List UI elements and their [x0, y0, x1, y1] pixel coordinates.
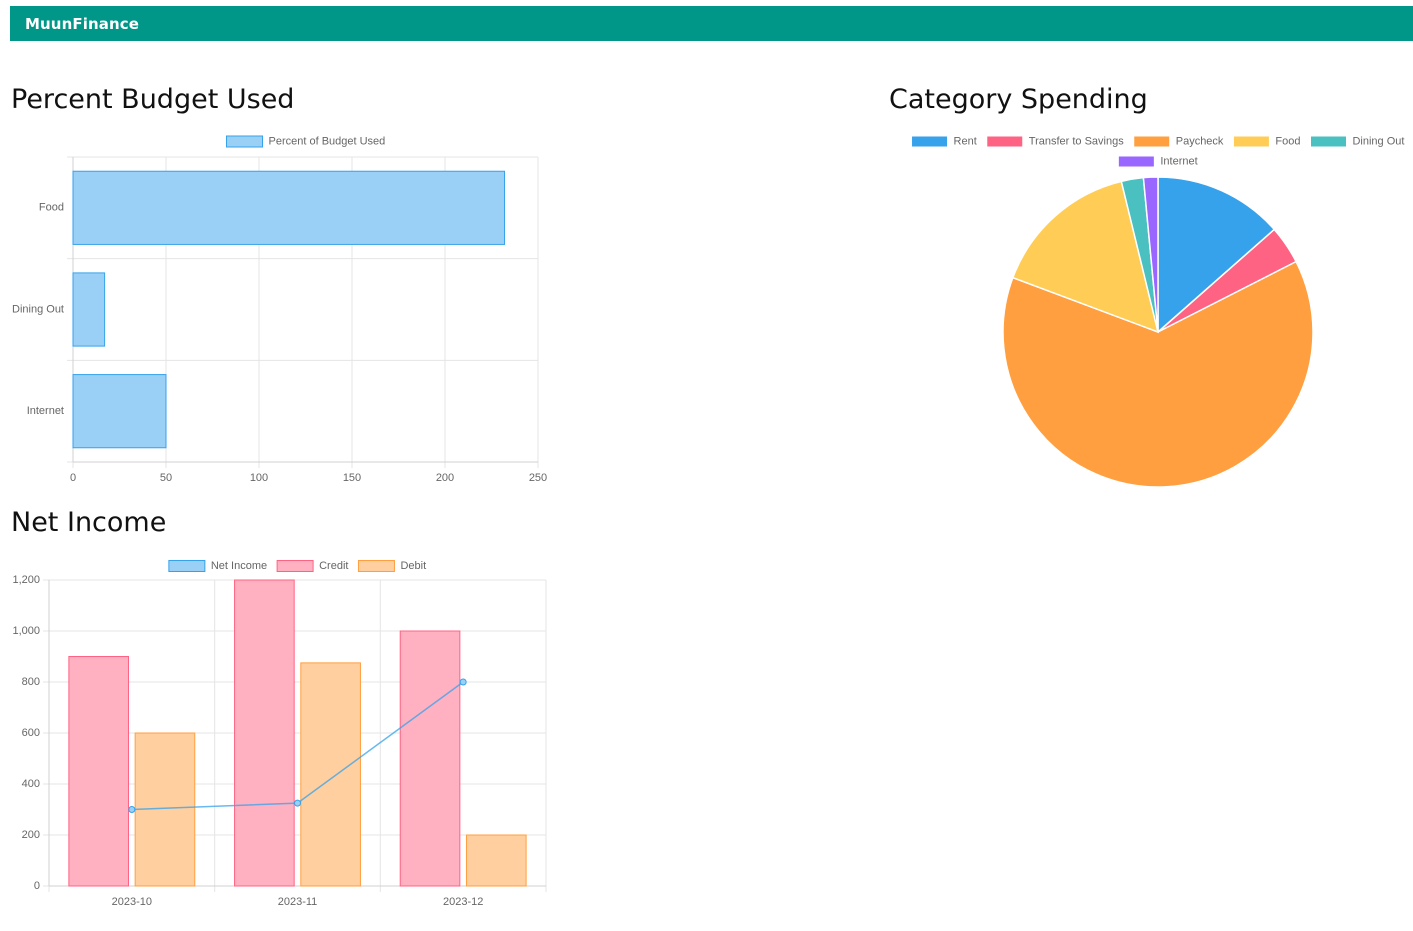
legend-label: Dining Out — [1352, 135, 1404, 147]
y-tick-label: 1,200 — [12, 574, 40, 586]
y-tick-label: Dining Out — [12, 303, 64, 315]
x-tick-label: 200 — [436, 472, 454, 484]
budget-chart: Percent of Budget Used 0 50 100 150 200 250 Foo… — [12, 135, 547, 484]
x-tick-label: 50 — [160, 472, 172, 484]
legend-swatch — [357, 560, 395, 572]
bar — [72, 272, 106, 347]
bar — [68, 656, 130, 887]
x-tick-label: 2023-10 — [112, 896, 152, 908]
bar — [465, 834, 527, 887]
x-tick-label: 2023-12 — [443, 896, 483, 908]
legend-swatch — [911, 135, 949, 148]
legend-label: Internet — [1160, 155, 1197, 167]
bar — [234, 579, 295, 887]
bar — [399, 630, 461, 887]
legend-swatch — [986, 135, 1024, 148]
x-tick-label: 2023-11 — [278, 896, 318, 908]
legend-swatch — [226, 135, 263, 148]
y-tick-label: Food — [39, 202, 64, 214]
brand-link[interactable]: MuunFinance — [25, 15, 139, 33]
bar — [72, 170, 506, 245]
legend-swatch — [276, 560, 314, 572]
legend-label: Rent — [954, 135, 977, 147]
budget-title: Percent Budget Used — [11, 84, 295, 115]
legend-swatch — [1309, 135, 1347, 148]
x-tick-label: 0 — [70, 472, 76, 484]
category-title: Category Spending — [889, 84, 1148, 115]
legend-label: Credit — [319, 560, 348, 572]
y-tick-label: 600 — [22, 727, 40, 739]
y-tick-label: 200 — [22, 829, 40, 841]
y-tick-label: 1,000 — [12, 625, 40, 637]
line-point — [128, 806, 136, 813]
y-tick-label: 0 — [34, 880, 40, 892]
bar — [72, 374, 167, 449]
x-tick-label: 150 — [343, 472, 361, 484]
category-pie-chart: Rent Transfer to Savings Paycheck Food Dinin… — [911, 135, 1404, 488]
net-income-chart: Net Income Credit Debit 0 200 400 600 800 1,000 1… — [12, 560, 547, 908]
legend-swatch — [1117, 155, 1155, 168]
line-point — [459, 678, 467, 686]
y-tick-label: 800 — [22, 676, 40, 688]
legend-label: Percent of Budget Used — [269, 135, 386, 147]
x-tick-label: 100 — [250, 472, 268, 484]
legend-label: Net Income — [211, 560, 267, 572]
x-tick-label: 250 — [529, 472, 547, 484]
legend-swatch — [168, 560, 206, 572]
navbar: MuunFinance — [10, 6, 1413, 41]
legend-swatch — [1232, 135, 1270, 148]
bar — [300, 662, 361, 887]
y-tick-label: Internet — [27, 405, 64, 417]
line-point — [294, 799, 301, 807]
legend-label: Debit — [400, 560, 426, 572]
legend-label: Transfer to Savings — [1029, 135, 1124, 147]
legend-label: Food — [1275, 135, 1300, 147]
legend-swatch — [1133, 135, 1171, 148]
legend-label: Paycheck — [1176, 135, 1224, 147]
y-tick-label: 400 — [22, 778, 40, 790]
net-income-title: Net Income — [11, 507, 167, 538]
